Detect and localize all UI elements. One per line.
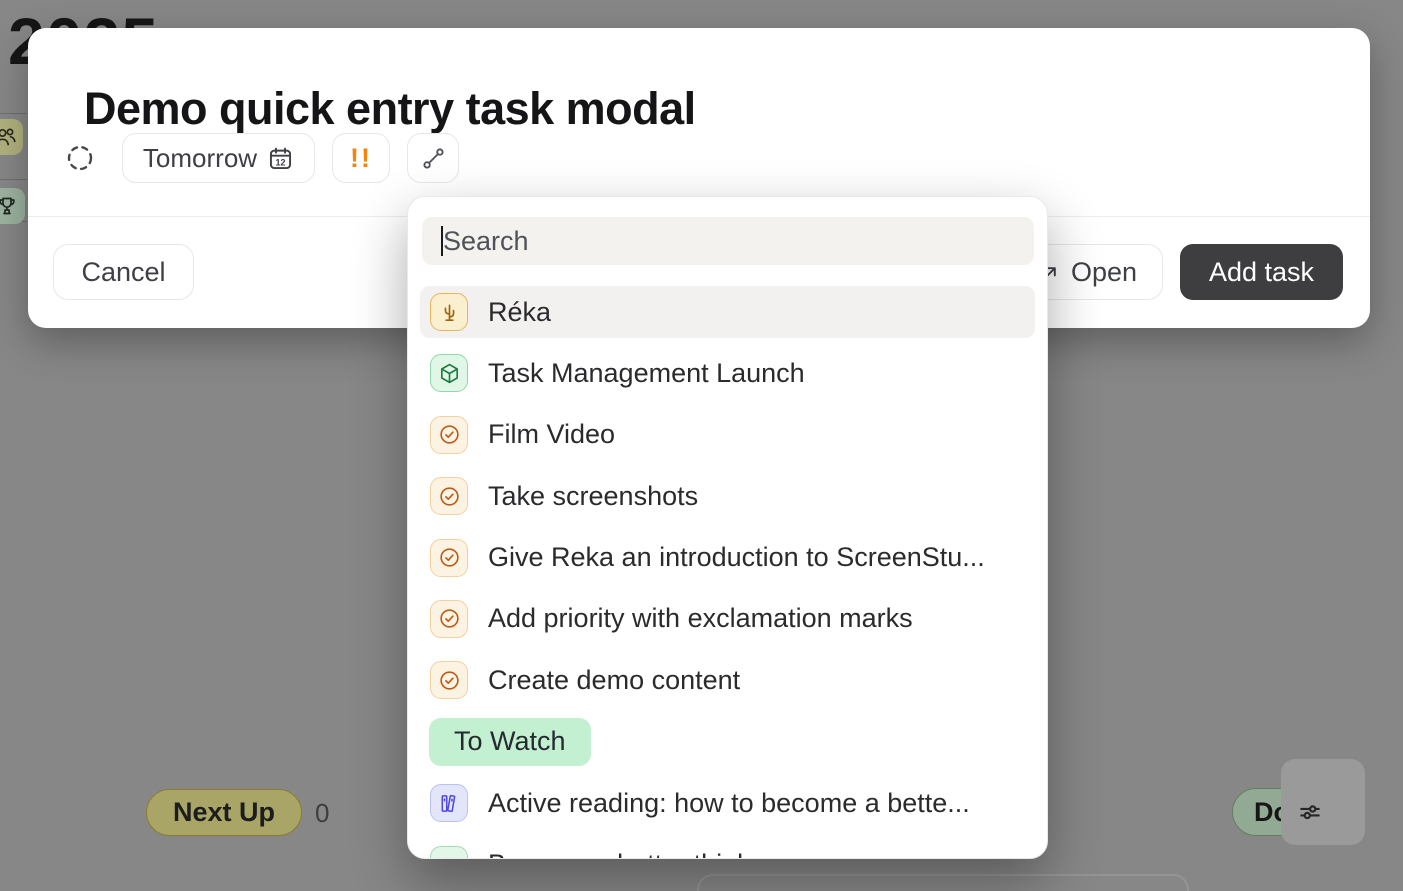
- list-item[interactable]: Create demo content: [420, 654, 1035, 706]
- cube-icon: [430, 354, 468, 392]
- people-icon: [0, 119, 23, 155]
- sidebar-divider: [0, 179, 27, 180]
- list-item-label: Create demo content: [488, 665, 740, 696]
- next-up-label: Next Up: [173, 797, 275, 828]
- priority-label: !!: [350, 143, 372, 174]
- list-item[interactable]: Task Management Launch: [420, 347, 1035, 399]
- list-item-label: Give Reka an introduction to ScreenStu..…: [488, 542, 985, 573]
- list-item[interactable]: Become a better thinker: [420, 839, 1035, 859]
- group-header-row: To Watch: [420, 716, 1035, 768]
- check-icon: [430, 477, 468, 515]
- due-date-button[interactable]: Tomorrow 12: [122, 133, 315, 183]
- check-icon: [430, 600, 468, 638]
- list-item-label: Add priority with exclamation marks: [488, 603, 913, 634]
- search-field[interactable]: [422, 217, 1034, 265]
- link-project-button[interactable]: [407, 133, 459, 183]
- cancel-label: Cancel: [81, 257, 165, 288]
- list-item[interactable]: Take screenshots: [420, 470, 1035, 522]
- text-caret: [441, 226, 443, 256]
- list-item-label: Become a better thinker: [488, 849, 775, 859]
- list-item[interactable]: Film Video: [420, 409, 1035, 461]
- modal-title: Demo quick entry task modal: [84, 83, 696, 135]
- trophy-icon: [0, 188, 25, 224]
- priority-button[interactable]: !!: [332, 133, 390, 183]
- next-up-count: 0: [315, 798, 329, 829]
- chevron-icon: [430, 846, 468, 859]
- filter-sliders-icon: [1297, 799, 1323, 825]
- list-item-label: Réka: [488, 297, 551, 328]
- next-up-badge: Next Up: [146, 789, 302, 836]
- background-card-outline: [697, 874, 1189, 891]
- sidebar-divider: [0, 113, 27, 114]
- list-item-label: Film Video: [488, 419, 615, 450]
- list-item-label: Task Management Launch: [488, 358, 805, 389]
- cactus-icon: [430, 293, 468, 331]
- check-icon: [430, 416, 468, 454]
- open-label: Open: [1071, 257, 1137, 288]
- books-icon: [430, 784, 468, 822]
- project-picker-dropdown: Réka Task Management Launch Film Video T…: [407, 196, 1048, 859]
- link-nodes-icon: [420, 145, 447, 172]
- calendar-icon: 12: [267, 145, 294, 172]
- list-item[interactable]: Give Reka an introduction to ScreenStu..…: [420, 532, 1035, 584]
- list-item-label: Active reading: how to become a bette...: [488, 788, 970, 819]
- cancel-button[interactable]: Cancel: [53, 244, 194, 300]
- list-item-label: Take screenshots: [488, 481, 698, 512]
- list-item[interactable]: Active reading: how to become a bette...: [420, 777, 1035, 829]
- list-item[interactable]: Réka: [420, 286, 1035, 338]
- due-date-label: Tomorrow: [143, 143, 257, 174]
- search-input[interactable]: [422, 217, 1034, 265]
- check-icon: [430, 539, 468, 577]
- list-item[interactable]: Add priority with exclamation marks: [420, 593, 1035, 645]
- card-edge: [1281, 759, 1365, 845]
- add-task-button[interactable]: Add task: [1180, 244, 1343, 300]
- dropdown-list: Réka Task Management Launch Film Video T…: [420, 286, 1035, 859]
- task-status-circle-icon[interactable]: [64, 142, 96, 174]
- group-badge[interactable]: To Watch: [429, 718, 591, 766]
- svg-text:12: 12: [276, 157, 286, 167]
- check-icon: [430, 661, 468, 699]
- add-task-label: Add task: [1209, 257, 1314, 288]
